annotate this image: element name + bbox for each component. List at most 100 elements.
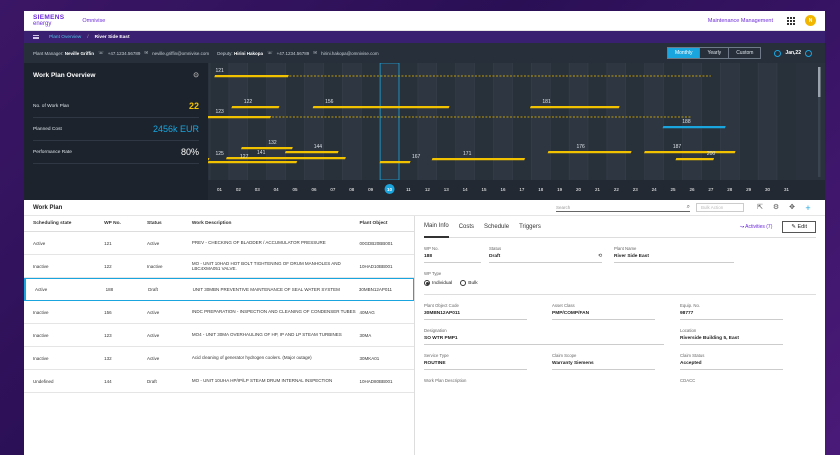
col-scheduling-state[interactable]: Scheduling state [33,221,104,226]
date-picker[interactable]: Jan,22 [770,49,816,57]
gantt-bar[interactable] [431,158,526,161]
table-row[interactable]: Inactive 132 Active Acid cleaning of genera… [24,347,414,370]
gantt-day-label[interactable]: 23 [633,187,639,192]
gantt-day-label[interactable]: 13 [444,187,450,192]
asset-class-label: Asset Class [552,303,575,308]
plant-manager-phone[interactable]: +47.1234.56789 [108,51,141,56]
gantt-day-label[interactable]: 25 [671,187,677,192]
gantt-bar[interactable] [208,161,298,164]
gantt-day-label[interactable]: 15 [482,187,488,192]
gantt-day-label[interactable]: 22 [614,187,620,192]
gantt-day-label[interactable]: 10 [387,187,393,192]
deputy-phone[interactable]: +47.1234.56789 [277,51,310,56]
gantt-bar-label: 123 [215,109,224,115]
gantt-scrollbar-thumb[interactable] [818,67,821,97]
gantt-day-label[interactable]: 01 [217,187,223,192]
table-row[interactable]: Inactive 156 Active INDC PREPARATION - INSP… [24,301,414,324]
col-status[interactable]: Status [147,221,192,226]
gantt-day-label[interactable]: 18 [538,187,544,192]
gantt-bar[interactable] [547,151,632,154]
app-grid-icon[interactable] [787,16,795,25]
gantt-bar[interactable] [208,116,272,119]
radio-individual[interactable] [424,280,430,286]
gantt-day-label[interactable]: 24 [652,187,658,192]
deputy-email[interactable]: hirini.hakopa@omnivise.com [321,51,379,56]
gantt-bar[interactable] [284,151,339,154]
radio-bulk[interactable] [460,280,467,286]
gantt-day-label[interactable]: 31 [784,187,790,192]
gantt-day-label[interactable]: 12 [425,187,431,192]
table-row[interactable]: Inactive 123 Active MO4 - UNIT 30MA OVERHAU… [24,324,414,347]
bulk-action-dropdown[interactable]: Bulk Action [696,203,744,212]
history-icon[interactable]: ⟲ [598,254,602,259]
gantt-bar[interactable] [675,158,715,161]
col-plant-object[interactable]: Plant Object [359,221,414,226]
table-row[interactable]: Undefined 144 Draft MO - UNIT 10UHA HP/IP/L… [24,370,414,393]
gantt-day-label[interactable]: 19 [557,187,563,192]
tab-main-info[interactable]: Main Info [424,216,449,238]
table-row[interactable]: Active 188 Draft UNIT 30MBN PREVENTIVE MAIN… [24,278,414,301]
col-work-description[interactable]: Work Description [192,221,360,227]
gantt-bar[interactable] [231,106,280,109]
plant-manager-email[interactable]: neville.griffin@omnivise.com [152,51,209,56]
settings-icon[interactable]: ⚙ [772,204,780,212]
wp-no-label: WP No. [424,246,439,251]
collapse-icon[interactable]: ⊙ [193,71,199,79]
gantt-bar[interactable] [240,147,293,150]
add-icon[interactable]: + [804,203,812,212]
prev-month-icon[interactable] [774,49,782,57]
gantt-day-label[interactable]: 20 [576,187,582,192]
table-row[interactable]: Active 121 Active PREV - CHECKING OF BLADDE… [24,232,414,255]
next-month-icon[interactable] [805,49,812,57]
gantt-day-label[interactable]: 03 [255,187,261,192]
edit-button[interactable]: ✎ Edit [782,220,816,233]
gantt-bar[interactable] [214,75,289,78]
view-monthly-button[interactable]: Monthly [667,48,701,58]
cell-scheduling-state: Inactive [33,309,49,315]
gantt-day-label[interactable]: 07 [330,187,336,192]
wp-type-label: WP Type [424,271,442,276]
view-custom-button[interactable]: Custom [729,48,760,58]
hamburger-menu-icon[interactable] [33,34,39,40]
gantt-day-label[interactable]: 21 [595,187,601,192]
user-avatar[interactable]: N [805,15,816,26]
gantt-day-label[interactable]: 05 [293,187,299,192]
siemens-energy-logo[interactable]: SIEMENS energy [33,14,64,27]
table-row[interactable]: Inactive 122 Inactive MO - UNIT 10HAD HOT B… [24,255,414,278]
gantt-day-label[interactable]: 04 [274,187,280,192]
tab-costs[interactable]: Costs [459,216,474,238]
breadcrumb-plant-overview[interactable]: Plant Overview [49,35,81,40]
gantt-day-label[interactable]: 28 [727,187,733,192]
move-icon[interactable]: ✥ [788,204,796,212]
gantt-bar[interactable] [529,106,620,109]
maintenance-management-link[interactable]: Maintenance Management [708,18,773,24]
tab-schedule[interactable]: Schedule [484,216,509,238]
gantt-bar[interactable] [208,158,210,161]
gantt-day-label[interactable]: 17 [519,187,525,192]
gantt-day-column [493,63,513,180]
gantt-bar[interactable] [662,126,726,129]
activities-link[interactable]: ↝ Activities (7) [740,224,773,230]
gantt-bar[interactable] [312,106,450,109]
search-icon[interactable]: ⌕ [687,204,690,211]
col-wp-no[interactable]: WP No. [104,221,147,226]
gantt-bar[interactable] [643,151,736,154]
gantt-day-label[interactable]: 14 [463,187,469,192]
gantt-day-label[interactable]: 16 [500,187,506,192]
plant-name-label: Plant Name [614,246,637,251]
tab-triggers[interactable]: Triggers [519,216,541,238]
gantt-day-label[interactable]: 09 [368,187,374,192]
gantt-day-label[interactable]: 29 [746,187,752,192]
gantt-day-label[interactable]: 27 [708,187,714,192]
gantt-day-label[interactable]: 11 [406,187,411,192]
gantt-day-label[interactable]: 06 [311,187,317,192]
gantt-day-label[interactable]: 30 [765,187,771,192]
gantt-day-label[interactable]: 26 [689,187,695,192]
claim-status-label: Claim Status [680,353,705,358]
gantt-bar[interactable] [379,161,411,164]
gantt-day-label[interactable]: 02 [236,187,242,192]
gantt-day-label[interactable]: 08 [349,187,355,192]
view-yearly-button[interactable]: Yearly [700,48,730,58]
search-input[interactable]: Search ⌕ [556,203,690,212]
export-icon[interactable]: ⇱ [756,204,764,212]
